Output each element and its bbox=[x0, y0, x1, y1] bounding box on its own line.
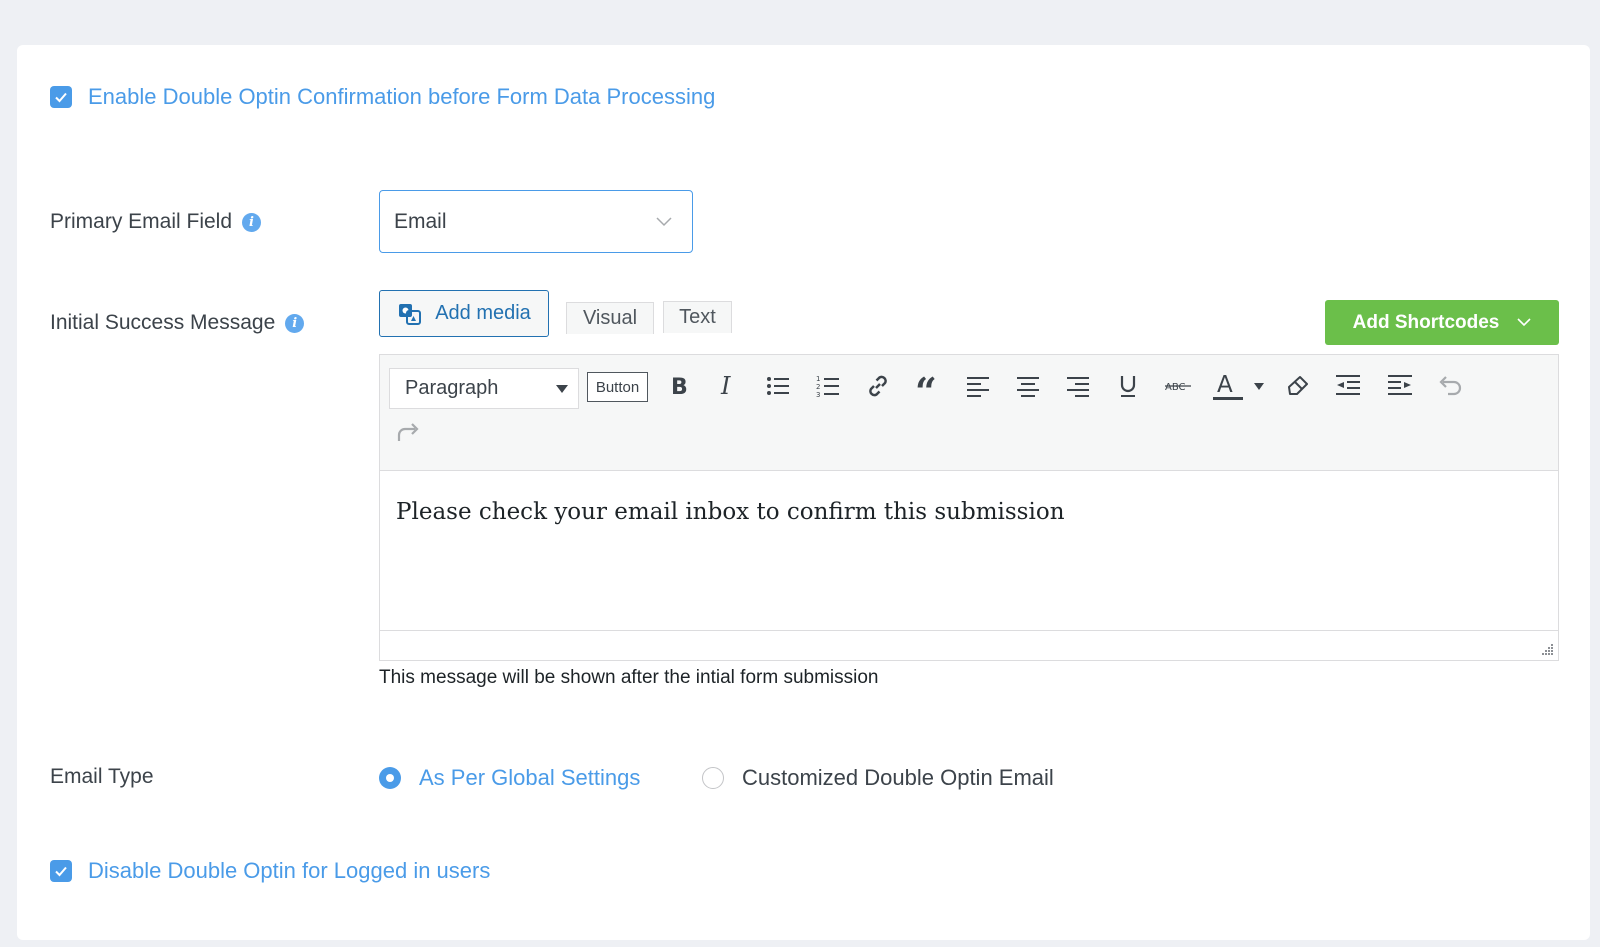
tab-text[interactable]: Text bbox=[663, 301, 732, 333]
format-select-value: Paragraph bbox=[405, 377, 499, 399]
svg-text:2: 2 bbox=[816, 383, 820, 391]
radio-global-settings-input[interactable] bbox=[379, 767, 401, 789]
initial-success-message-label: Initial Success Message i bbox=[50, 311, 305, 335]
chevron-down-icon bbox=[1517, 318, 1531, 327]
success-message-help-text: This message will be shown after the int… bbox=[379, 667, 879, 688]
resize-handle-icon[interactable] bbox=[1540, 642, 1554, 656]
editor-content[interactable]: Please check your email inbox to confirm… bbox=[380, 471, 1558, 631]
svg-text:A: A bbox=[1217, 372, 1233, 398]
chevron-down-icon bbox=[656, 216, 672, 226]
email-type-text: Email Type bbox=[50, 765, 154, 788]
format-select[interactable]: Paragraph bbox=[389, 368, 579, 409]
redo-icon[interactable] bbox=[390, 415, 426, 451]
info-icon[interactable]: i bbox=[242, 212, 262, 232]
email-type-label: Email Type bbox=[50, 765, 154, 789]
link-icon[interactable] bbox=[860, 368, 896, 404]
check-icon bbox=[55, 92, 67, 103]
strikethrough-icon[interactable]: ABC bbox=[1160, 368, 1196, 404]
indent-icon[interactable] bbox=[1382, 368, 1418, 404]
media-icon bbox=[399, 303, 422, 325]
radio-global-settings-label[interactable]: As Per Global Settings bbox=[419, 765, 640, 791]
tab-text-label: Text bbox=[679, 306, 716, 328]
primary-email-field-text: Primary Email Field bbox=[50, 210, 233, 233]
tab-visual-label: Visual bbox=[582, 307, 638, 329]
disable-logged-in-row[interactable]: Disable Double Optin for Logged in users bbox=[50, 858, 490, 884]
insert-button-label: Button bbox=[595, 378, 640, 396]
svg-text:1: 1 bbox=[816, 375, 820, 383]
undo-icon[interactable] bbox=[1432, 368, 1468, 404]
caret-down-icon bbox=[556, 384, 568, 393]
underline-icon[interactable] bbox=[1110, 368, 1146, 404]
radio-customized-email[interactable]: Customized Double Optin Email bbox=[702, 765, 1054, 791]
outdent-icon[interactable] bbox=[1330, 368, 1366, 404]
primary-email-value: Email bbox=[394, 209, 447, 233]
align-right-icon[interactable] bbox=[1060, 368, 1096, 404]
editor-toolbar: Paragraph Button B I 123 “ bbox=[380, 355, 1558, 471]
insert-button-button[interactable]: Button bbox=[587, 372, 648, 402]
check-icon bbox=[55, 866, 67, 877]
blockquote-icon[interactable]: “ bbox=[910, 368, 946, 404]
align-left-icon[interactable] bbox=[960, 368, 996, 404]
disable-logged-in-checkbox[interactable] bbox=[50, 860, 72, 882]
primary-email-select[interactable]: Email bbox=[379, 190, 693, 253]
info-icon[interactable]: i bbox=[285, 313, 305, 333]
rich-text-editor[interactable]: Paragraph Button B I 123 “ bbox=[379, 354, 1559, 661]
clear-formatting-icon[interactable] bbox=[1280, 368, 1316, 404]
align-center-icon[interactable] bbox=[1010, 368, 1046, 404]
editor-status-bar bbox=[380, 630, 1558, 660]
svg-text:ABC: ABC bbox=[1165, 382, 1186, 393]
numbered-list-icon[interactable]: 123 bbox=[810, 368, 846, 404]
bullet-list-icon[interactable] bbox=[760, 368, 796, 404]
radio-customized-email-input[interactable] bbox=[702, 767, 724, 789]
italic-icon[interactable]: I bbox=[710, 368, 746, 404]
initial-success-message-text: Initial Success Message bbox=[50, 311, 276, 334]
radio-global-settings[interactable]: As Per Global Settings bbox=[379, 765, 640, 791]
tab-visual[interactable]: Visual bbox=[566, 302, 654, 334]
enable-double-optin-label[interactable]: Enable Double Optin Confirmation before … bbox=[88, 84, 715, 110]
editor-content-text[interactable]: Please check your email inbox to confirm… bbox=[396, 499, 1542, 525]
primary-email-field-label: Primary Email Field i bbox=[50, 210, 262, 234]
disable-logged-in-label[interactable]: Disable Double Optin for Logged in users bbox=[88, 858, 490, 884]
bold-icon[interactable]: B bbox=[660, 368, 696, 404]
svg-text:“: “ bbox=[915, 375, 937, 397]
svg-text:3: 3 bbox=[816, 391, 820, 398]
enable-double-optin-checkbox[interactable] bbox=[50, 86, 72, 108]
add-shortcodes-label: Add Shortcodes bbox=[1352, 311, 1500, 333]
svg-text:I: I bbox=[720, 375, 731, 397]
add-media-label: Add media bbox=[435, 302, 531, 324]
add-shortcodes-button[interactable]: Add Shortcodes bbox=[1325, 300, 1559, 345]
radio-customized-email-label[interactable]: Customized Double Optin Email bbox=[742, 765, 1054, 791]
enable-double-optin-row[interactable]: Enable Double Optin Confirmation before … bbox=[50, 84, 715, 110]
add-media-button[interactable]: Add media bbox=[379, 290, 549, 337]
svg-text:B: B bbox=[671, 375, 688, 397]
text-color-icon[interactable]: A bbox=[1210, 368, 1266, 404]
